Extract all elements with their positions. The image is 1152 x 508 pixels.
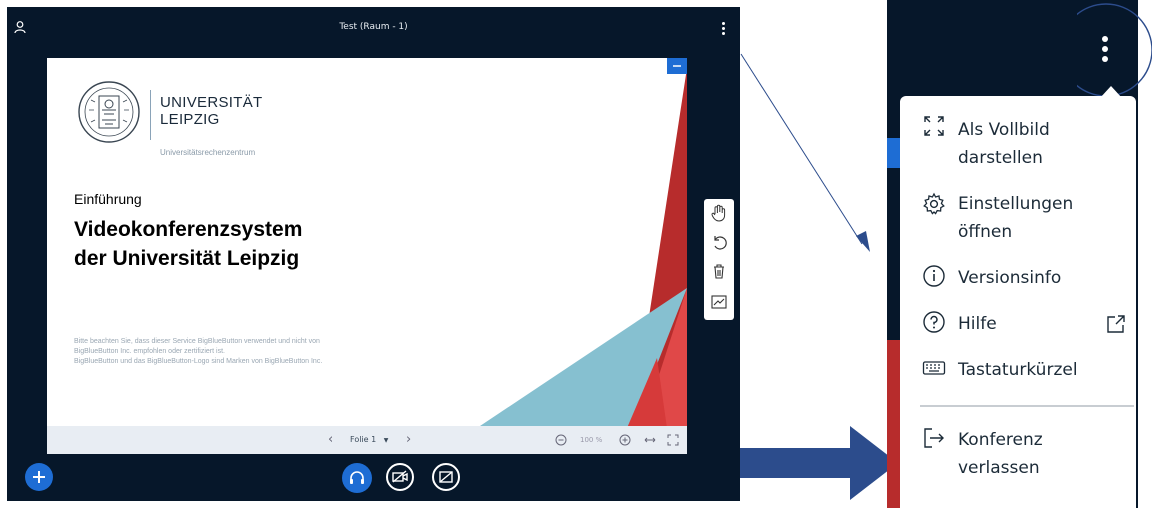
big-arrow-shape xyxy=(740,426,898,500)
menu-divider xyxy=(920,405,1134,407)
menu-item-about-label: Versionsinfo xyxy=(958,268,1062,288)
menu-item-fullscreen-line1: Als Vollbild xyxy=(958,120,1050,140)
logout-icon xyxy=(924,428,944,448)
menu-item-settings-line2: öffnen xyxy=(958,222,1013,242)
options-dropdown: Als Vollbild darstellen Einstellungen öf… xyxy=(900,86,1136,508)
fullscreen-icon xyxy=(924,116,944,136)
menu-item-leave-line2: verlassen xyxy=(958,458,1040,478)
menu-item-leave-line1: Konferenz xyxy=(958,430,1043,450)
help-icon xyxy=(923,311,945,333)
blue-edge-strip xyxy=(887,138,900,168)
options-menu-zoom: Als Vollbild darstellen Einstellungen öf… xyxy=(887,0,1152,508)
menu-item-settings-line1: Einstellungen xyxy=(958,194,1074,214)
info-icon xyxy=(923,265,945,287)
keyboard-icon xyxy=(922,361,946,375)
red-edge-strip xyxy=(887,340,900,508)
external-link-icon xyxy=(1107,315,1125,333)
menu-item-shortcuts-label: Tastaturkürzel xyxy=(958,360,1078,380)
menu-item-help-label: Hilfe xyxy=(958,314,997,334)
options-kebab-icon-zoomed[interactable] xyxy=(1100,36,1110,66)
menu-item-fullscreen-line2: darstellen xyxy=(958,148,1043,168)
dropdown-caret xyxy=(1100,86,1122,98)
gear-icon xyxy=(923,192,945,215)
